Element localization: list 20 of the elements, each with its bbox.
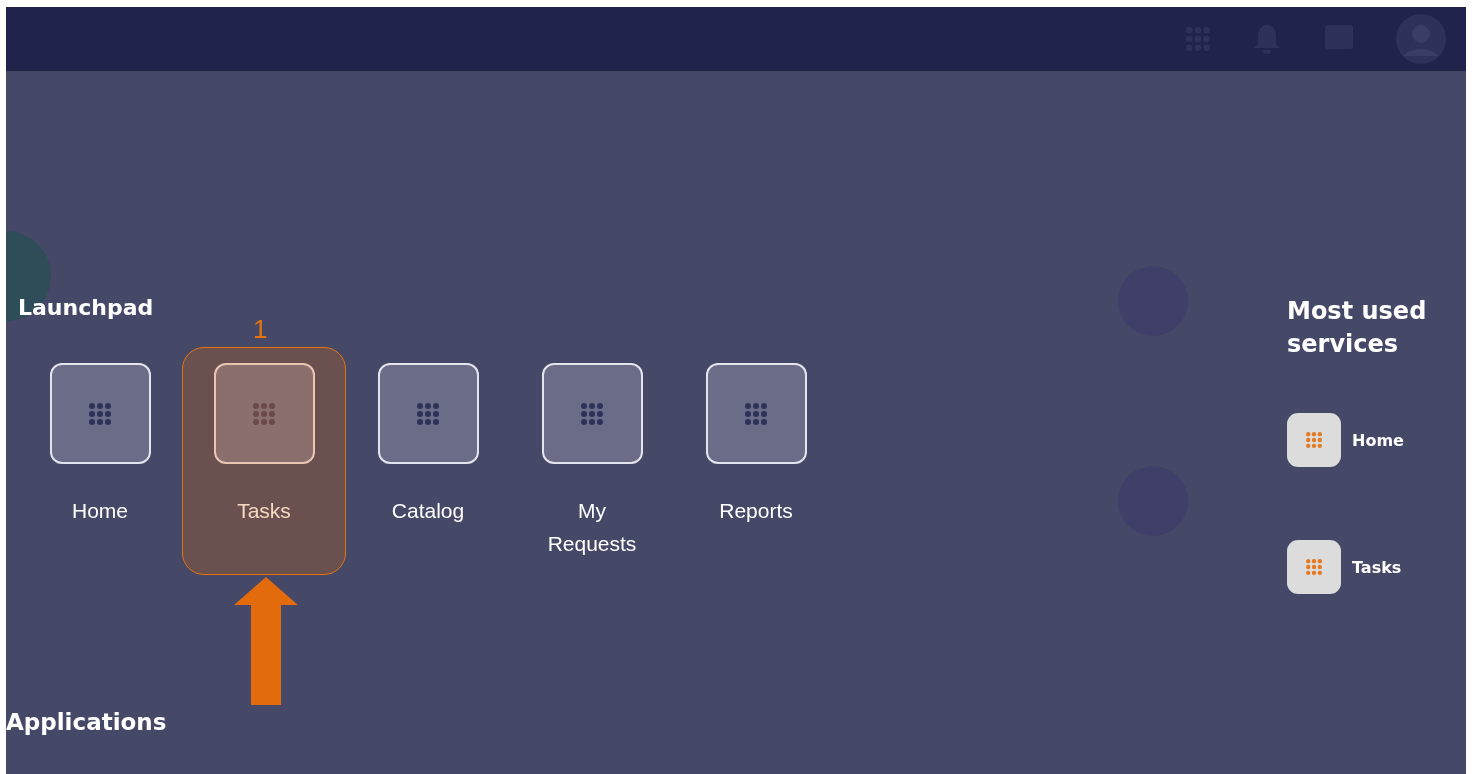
service-item[interactable]: Tasks	[1287, 540, 1447, 594]
most-used-heading: Most used services	[1287, 296, 1428, 360]
dot-grid-icon	[89, 402, 111, 425]
step-number: 1	[253, 314, 268, 345]
launchpad-tile[interactable]: Home	[18, 347, 182, 575]
avatar-icon[interactable]	[1396, 14, 1446, 64]
up-arrow-icon	[234, 577, 298, 705]
launchpad-tile[interactable]: Tasks	[182, 347, 346, 575]
launchpad-tile[interactable]: Catalog	[346, 347, 510, 575]
dot-grid-icon	[581, 402, 603, 425]
applications-heading: Applications	[6, 709, 167, 735]
service-item[interactable]: Home	[1287, 413, 1447, 467]
dot-grid-icon	[1306, 559, 1322, 575]
dot-grid-icon	[745, 402, 767, 425]
launchpad-heading: Launchpad	[18, 295, 154, 320]
launchpad-tile[interactable]: Reports	[674, 347, 838, 575]
dot-grid-icon	[1306, 432, 1322, 448]
launchpad-tile[interactable]: My Requests	[510, 347, 674, 575]
dot-grid-icon	[417, 402, 439, 425]
dot-grid-icon	[253, 402, 275, 425]
